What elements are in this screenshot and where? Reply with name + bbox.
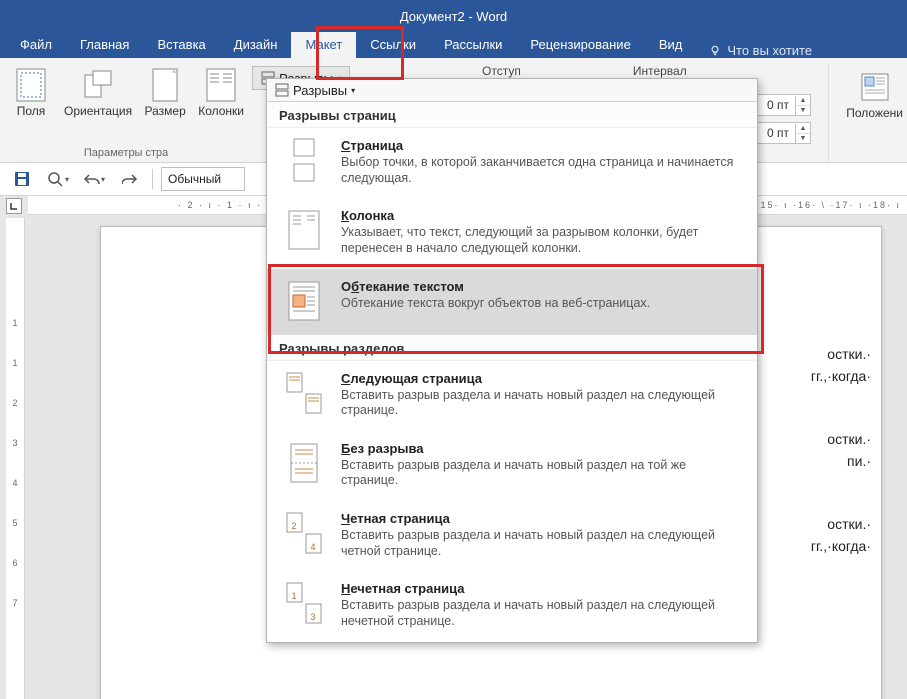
chevron-down-icon: ▾ — [351, 86, 355, 95]
menu-item-description: Вставить разрыв раздела и начать новый р… — [341, 598, 741, 629]
menu-item-description: Указывает, что текст, следующий за разры… — [341, 225, 741, 256]
svg-text:3: 3 — [310, 612, 315, 622]
menu-item-description: Вставить разрыв раздела и начать новый р… — [341, 388, 741, 419]
tab-review[interactable]: Рецензирование — [516, 32, 644, 58]
breaks-dropdown-menu: Разрывы ▾ Разрывы страниц Страница Выбор… — [266, 78, 758, 643]
breaks-menu-header: Разрывы ▾ — [267, 79, 757, 102]
tab-stop-selector[interactable] — [6, 198, 22, 214]
orientation-icon — [81, 68, 115, 102]
print-preview-button[interactable]: ▾ — [44, 167, 72, 191]
tab-layout[interactable]: Макет — [291, 32, 356, 58]
menu-item-title: Колонка — [341, 208, 741, 223]
tab-file[interactable]: Файл — [6, 32, 66, 58]
undo-icon — [83, 172, 101, 186]
tab-mailings[interactable]: Рассылки — [430, 32, 516, 58]
continuous-section-icon — [285, 441, 323, 485]
menu-item-title: Без разрыва — [341, 441, 741, 456]
ruler-segment-left: · 2 · ı · 1 · ı · — [178, 200, 262, 210]
vertical-ruler[interactable]: 1 1 2 3 4 5 6 7 — [6, 218, 25, 699]
tell-me-label: Что вы хотите — [727, 43, 812, 58]
margins-label: Поля — [17, 104, 46, 118]
even-page-section-icon: 24 — [285, 511, 323, 555]
page-breaks-section-header: Разрывы страниц — [267, 102, 757, 128]
column-break-icon — [285, 208, 323, 252]
chevron-down-icon: ▾ — [101, 175, 105, 184]
menu-item-title: Четная страница — [341, 511, 741, 526]
magnifier-icon — [47, 171, 65, 187]
tab-references[interactable]: Ссылки — [356, 32, 430, 58]
menu-item-column-break[interactable]: Колонка Указывает, что текст, следующий … — [267, 198, 757, 268]
chevron-down-icon: ▾ — [65, 175, 69, 184]
menu-item-title: Следующая страница — [341, 371, 741, 386]
page-break-icon — [285, 138, 323, 182]
size-label: Размер — [145, 104, 186, 118]
orientation-label: Ориентация — [64, 104, 132, 118]
document-title: Документ2 - Word — [400, 9, 507, 24]
menu-item-description: Вставить разрыв раздела и начать новый р… — [341, 458, 741, 489]
menu-item-text-wrapping-break[interactable]: Обтекание текстом Обтекание текста вокру… — [267, 269, 757, 335]
redo-button[interactable] — [116, 167, 144, 191]
columns-icon — [204, 68, 238, 102]
odd-page-section-icon: 13 — [285, 581, 323, 625]
menu-item-title: Нечетная страница — [341, 581, 741, 596]
menu-item-description: Обтекание текста вокруг объектов на веб-… — [341, 296, 650, 312]
spinner-arrows[interactable]: ▲▼ — [795, 96, 810, 115]
tab-view[interactable]: Вид — [645, 32, 697, 58]
redo-icon — [122, 172, 138, 186]
menu-item-even-page-section[interactable]: 24 Четная страница Вставить разрыв разде… — [267, 501, 757, 571]
menu-item-continuous-section[interactable]: Без разрыва Вставить разрыв раздела и на… — [267, 431, 757, 501]
section-breaks-section-header: Разрывы разделов — [267, 335, 757, 361]
size-icon — [148, 68, 182, 102]
svg-text:4: 4 — [310, 542, 315, 552]
save-button[interactable] — [8, 167, 36, 191]
style-selector[interactable]: Обычный — [161, 167, 245, 191]
document-visible-text: остки.· гг.,·когда· остки.· пи.· остки.·… — [811, 343, 871, 557]
svg-text:2: 2 — [291, 521, 296, 531]
menu-item-description: Выбор точки, в которой заканчивается одн… — [341, 155, 741, 186]
margins-button[interactable]: Поля — [8, 62, 54, 118]
tell-me-search[interactable]: Что вы хотите — [696, 43, 812, 58]
menu-item-next-page-section[interactable]: Следующая страница Вставить разрыв разде… — [267, 361, 757, 431]
style-selector-value: Обычный — [168, 172, 221, 186]
menu-item-odd-page-section[interactable]: 13 Нечетная страница Вставить разрыв раз… — [267, 571, 757, 641]
columns-label: Колонки — [198, 104, 244, 118]
size-button[interactable]: Размер — [142, 62, 188, 118]
menu-item-description: Вставить разрыв раздела и начать новый р… — [341, 528, 741, 559]
margins-icon — [14, 68, 48, 102]
svg-text:1: 1 — [291, 591, 296, 601]
save-icon — [14, 171, 30, 187]
menu-item-title: Обтекание текстом — [341, 279, 650, 294]
tab-home[interactable]: Главная — [66, 32, 143, 58]
position-icon — [858, 70, 892, 104]
menu-item-title: Страница — [341, 138, 741, 153]
columns-button[interactable]: Колонки — [198, 62, 244, 118]
tab-insert[interactable]: Вставка — [143, 32, 219, 58]
lightbulb-icon — [708, 44, 722, 58]
orientation-button[interactable]: Ориентация — [64, 62, 132, 118]
position-label: Положени — [846, 106, 903, 120]
page-setup-group-caption: Параметры стра — [84, 147, 168, 159]
text-wrapping-icon — [285, 279, 323, 323]
ruler-segment-right: ı ·15· ı ·16· \ ·17· ı ·18· ı — [746, 200, 901, 210]
next-page-section-icon — [285, 371, 323, 415]
tab-design[interactable]: Дизайн — [220, 32, 292, 58]
undo-button[interactable]: ▾ — [80, 167, 108, 191]
position-button[interactable]: Положени — [846, 64, 903, 120]
spinner-arrows[interactable]: ▲▼ — [795, 124, 810, 143]
ribbon-tabs: Файл Главная Вставка Дизайн Макет Ссылки… — [0, 32, 907, 58]
window-title-bar: Документ2 - Word — [0, 0, 907, 32]
breaks-icon — [275, 83, 289, 97]
menu-item-page-break[interactable]: Страница Выбор точки, в которой заканчив… — [267, 128, 757, 198]
